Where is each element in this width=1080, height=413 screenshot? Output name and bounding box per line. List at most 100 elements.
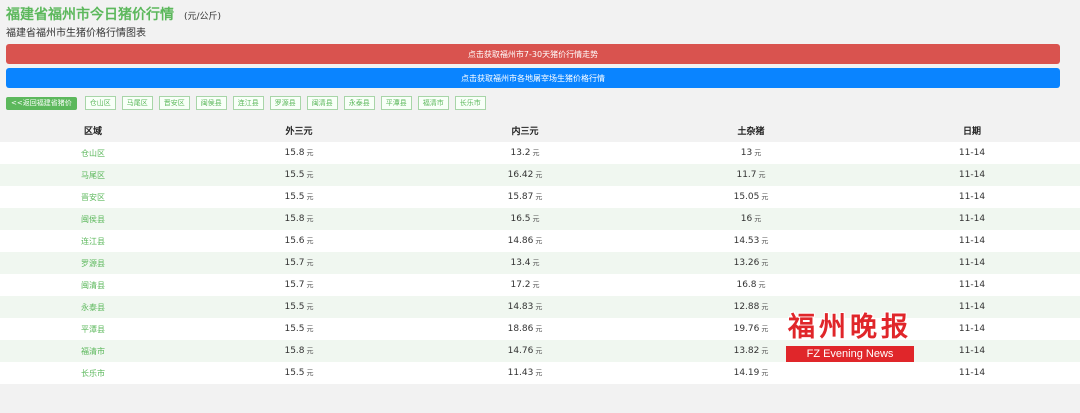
neisanyuan-value: 13.4 xyxy=(510,258,531,268)
area-link[interactable]: 闽清县 xyxy=(0,274,186,296)
header-tuzazhu: 土杂猪 xyxy=(638,118,864,142)
area-link[interactable]: 马尾区 xyxy=(0,164,186,186)
unit-label: 元 xyxy=(535,369,543,377)
area-link[interactable]: 福清市 xyxy=(0,340,186,362)
waisanyuan-value: 15.7 xyxy=(284,280,305,290)
tuzazhu-value: 13 xyxy=(740,148,753,158)
tuzazhu-cell: 14.19 元 xyxy=(638,362,864,384)
unit-label: 元 xyxy=(754,215,762,223)
neisanyuan-cell: 14.86 元 xyxy=(412,230,638,252)
unit-label: 元 xyxy=(754,149,762,157)
table-row: 连江县 15.6 元 14.86 元 14.53 元 11-14 xyxy=(0,230,1080,252)
neisanyuan-value: 15.87 xyxy=(507,192,534,202)
waisanyuan-cell: 15.6 元 xyxy=(186,230,412,252)
area-link[interactable]: 永泰县 xyxy=(0,296,186,318)
region-button[interactable]: 马尾区 xyxy=(121,96,153,110)
waisanyuan-value: 15.8 xyxy=(284,214,305,224)
region-button[interactable]: 平潭县 xyxy=(380,96,412,110)
table-row: 闽侯县 15.8 元 16.5 元 16 元 11-14 xyxy=(0,208,1080,230)
neisanyuan-cell: 14.83 元 xyxy=(412,296,638,318)
unit-label: 元 xyxy=(761,369,769,377)
waisanyuan-value: 15.5 xyxy=(284,302,305,312)
neisanyuan-cell: 16.42 元 xyxy=(412,164,638,186)
neisanyuan-value: 14.86 xyxy=(507,236,534,246)
region-button[interactable]: 福清市 xyxy=(417,96,449,110)
region-button[interactable]: 闽清县 xyxy=(306,96,338,110)
page: 福建省福州市今日猪价行情 (元/公斤) 福建省福州市生猪价格行情图表 点击获取福… xyxy=(0,0,1080,413)
price-table-body: 仓山区 15.8 元 13.2 元 13 元 11-14 马尾区 15.5 元 16.42 元 11.7 元… xyxy=(0,142,1080,384)
region-button[interactable]: 晋安区 xyxy=(158,96,190,110)
waisanyuan-cell: 15.5 元 xyxy=(186,296,412,318)
unit-label: 元 xyxy=(535,171,543,179)
slaughterhouse-prices-button[interactable]: 点击获取福州市各地屠宰场生猪价格行情 xyxy=(6,68,1060,88)
watermark-cn: 福州晚报 xyxy=(788,312,912,343)
area-link[interactable]: 罗源县 xyxy=(0,252,186,274)
region-button[interactable]: 罗源县 xyxy=(269,96,301,110)
tuzazhu-value: 15.05 xyxy=(733,192,760,202)
unit-label: 元 xyxy=(306,281,314,289)
tuzazhu-cell: 16 元 xyxy=(638,208,864,230)
unit-label: 元 xyxy=(306,325,314,333)
region-button[interactable]: 永泰县 xyxy=(343,96,375,110)
unit-label: 元 xyxy=(535,237,543,245)
neisanyuan-value: 17.2 xyxy=(510,280,531,290)
waisanyuan-value: 15.6 xyxy=(284,236,305,246)
tuzazhu-cell: 15.05 元 xyxy=(638,186,864,208)
unit-label: 元 xyxy=(532,215,540,223)
back-to-province-button[interactable]: <<返回福建省猪价 xyxy=(6,96,77,110)
neisanyuan-value: 14.76 xyxy=(507,346,534,356)
table-row: 马尾区 15.5 元 16.42 元 11.7 元 11-14 xyxy=(0,164,1080,186)
area-link[interactable]: 仓山区 xyxy=(0,142,186,164)
tuzazhu-cell: 16.8 元 xyxy=(638,274,864,296)
table-row: 长乐市 15.5 元 11.43 元 14.19 元 11-14 xyxy=(0,362,1080,384)
neisanyuan-cell: 13.4 元 xyxy=(412,252,638,274)
region-button[interactable]: 连江县 xyxy=(232,96,264,110)
area-link[interactable]: 长乐市 xyxy=(0,362,186,384)
unit-label: 元 xyxy=(532,281,540,289)
price-table: 区域 外三元 内三元 土杂猪 日期 仓山区 15.8 元 13.2 元 13 元 11-14 马… xyxy=(0,118,1080,384)
neisanyuan-value: 14.83 xyxy=(507,302,534,312)
area-link[interactable]: 连江县 xyxy=(0,230,186,252)
area-link[interactable]: 晋安区 xyxy=(0,186,186,208)
unit-label: 元 xyxy=(306,149,314,157)
region-button[interactable]: 闽侯县 xyxy=(195,96,227,110)
waisanyuan-cell: 15.5 元 xyxy=(186,362,412,384)
region-button[interactable]: 长乐市 xyxy=(454,96,486,110)
trend-button[interactable]: 点击获取福州市7-30天猪价行情走势 xyxy=(6,44,1060,64)
date-cell: 11-14 xyxy=(864,362,1080,384)
waisanyuan-cell: 15.7 元 xyxy=(186,274,412,296)
area-link[interactable]: 闽侯县 xyxy=(0,208,186,230)
region-button[interactable]: 仓山区 xyxy=(84,96,116,110)
waisanyuan-value: 15.8 xyxy=(284,346,305,356)
neisanyuan-cell: 17.2 元 xyxy=(412,274,638,296)
waisanyuan-cell: 15.7 元 xyxy=(186,252,412,274)
tuzazhu-cell: 13.26 元 xyxy=(638,252,864,274)
table-row: 闽清县 15.7 元 17.2 元 16.8 元 11-14 xyxy=(0,274,1080,296)
tuzazhu-value: 19.76 xyxy=(733,324,760,334)
neisanyuan-value: 11.43 xyxy=(507,368,534,378)
waisanyuan-cell: 15.5 元 xyxy=(186,186,412,208)
area-link[interactable]: 平潭县 xyxy=(0,318,186,340)
title-row: 福建省福州市今日猪价行情 (元/公斤) xyxy=(6,4,221,24)
unit-label: 元 xyxy=(535,347,543,355)
tuzazhu-value: 11.7 xyxy=(736,170,757,180)
unit-label: 元 xyxy=(761,237,769,245)
date-cell: 11-14 xyxy=(864,142,1080,164)
table-row: 永泰县 15.5 元 14.83 元 12.88 元 11-14 xyxy=(0,296,1080,318)
table-row: 仓山区 15.8 元 13.2 元 13 元 11-14 xyxy=(0,142,1080,164)
waisanyuan-value: 15.5 xyxy=(284,368,305,378)
tuzazhu-value: 14.53 xyxy=(733,236,760,246)
tuzazhu-value: 13.26 xyxy=(733,258,760,268)
table-header-row: 区域 外三元 内三元 土杂猪 日期 xyxy=(0,118,1080,142)
waisanyuan-value: 15.7 xyxy=(284,258,305,268)
neisanyuan-value: 18.86 xyxy=(507,324,534,334)
unit-label: 元 xyxy=(761,303,769,311)
header-neisanyuan: 内三元 xyxy=(412,118,638,142)
header-area: 区域 xyxy=(0,118,186,142)
unit-label: 元 xyxy=(306,171,314,179)
watermark-en: FZ Evening News xyxy=(786,346,914,362)
waisanyuan-value: 15.5 xyxy=(284,170,305,180)
unit-label: 元 xyxy=(535,303,543,311)
waisanyuan-cell: 15.5 元 xyxy=(186,164,412,186)
neisanyuan-value: 16.5 xyxy=(510,214,531,224)
